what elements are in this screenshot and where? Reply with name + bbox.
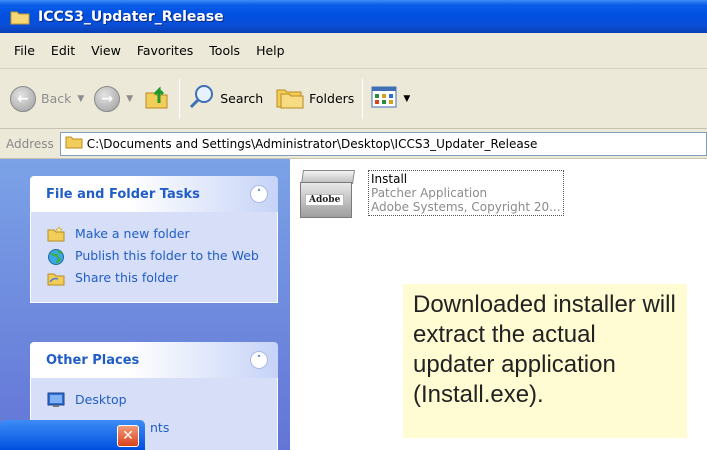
forward-button[interactable]: → ▼ — [94, 79, 133, 119]
task-pane: File and Folder Tasks ˄ Make a new folde… — [0, 159, 290, 450]
new-folder-icon — [47, 226, 65, 242]
forward-arrow-icon: → — [94, 85, 121, 112]
place-label-partial[interactable]: nts — [150, 420, 169, 435]
views-icon — [371, 86, 397, 111]
overlapping-window-titlebar: ✕ — [0, 420, 145, 450]
folder-icon — [10, 9, 30, 25]
task-publish-to-web[interactable]: Publish this folder to the Web — [47, 248, 267, 265]
callout-annotation: Downloaded installer will extract the ac… — [403, 284, 687, 438]
back-arrow-icon: ← — [10, 85, 36, 112]
place-desktop[interactable]: Desktop — [47, 392, 267, 408]
menu-edit[interactable]: Edit — [43, 43, 83, 58]
task-make-new-folder[interactable]: Make a new folder — [47, 226, 267, 242]
up-folder-button[interactable] — [143, 79, 171, 119]
desktop-icon — [47, 392, 65, 408]
window-title: ICCS3_Updater_Release — [38, 8, 224, 25]
menu-help[interactable]: Help — [248, 43, 293, 58]
file-name: Install — [371, 172, 408, 186]
task-share-folder[interactable]: Share this folder — [47, 270, 267, 286]
menu-favorites[interactable]: Favorites — [129, 43, 201, 58]
address-bar: Address C:\Documents and Settings\Admini… — [0, 129, 707, 159]
folders-button[interactable]: Folders — [275, 79, 354, 119]
task-label: Publish this folder to the Web — [75, 248, 259, 263]
address-label: Address — [6, 136, 54, 151]
panel-title: File and Folder Tasks — [46, 186, 200, 202]
menu-tools[interactable]: Tools — [201, 43, 248, 58]
back-button[interactable]: ← Back ▼ — [10, 79, 84, 119]
globe-icon — [47, 248, 65, 265]
task-label: Share this folder — [75, 270, 179, 285]
menu-bar: File Edit View Favorites Tools Help — [0, 33, 707, 69]
panel-title: Other Places — [46, 352, 140, 368]
panel-header[interactable]: File and Folder Tasks ˄ — [30, 176, 278, 212]
search-icon — [188, 83, 216, 114]
address-path: C:\Documents and Settings\Administrator\… — [86, 136, 538, 151]
chevron-down-icon[interactable]: ▼ — [403, 94, 410, 104]
file-label: Install Patcher Application Adobe System… — [368, 170, 564, 216]
panel-body: Make a new folder Publish this folder to… — [30, 212, 278, 303]
search-button[interactable]: Search — [188, 79, 263, 119]
adobe-box-icon: Adobe — [300, 170, 356, 220]
menu-view[interactable]: View — [83, 43, 129, 58]
file-description: Patcher Application — [371, 186, 488, 200]
file-company: Adobe Systems, Copyright 20... — [371, 200, 561, 214]
toolbar-separator — [179, 78, 181, 119]
callout-text: Downloaded installer will extract the ac… — [413, 291, 676, 408]
chevron-down-icon[interactable]: ▼ — [77, 94, 84, 104]
folders-label: Folders — [309, 91, 355, 106]
task-label: Make a new folder — [75, 226, 190, 241]
menu-file[interactable]: File — [6, 43, 43, 58]
collapse-icon[interactable]: ˄ — [250, 351, 268, 369]
share-folder-icon — [47, 270, 65, 286]
search-label: Search — [220, 91, 264, 106]
adobe-label: Adobe — [305, 194, 345, 206]
address-field[interactable]: C:\Documents and Settings\Administrator\… — [59, 131, 707, 156]
file-folder-tasks-panel: File and Folder Tasks ˄ Make a new folde… — [30, 176, 278, 303]
views-button[interactable]: ▼ — [371, 79, 410, 119]
file-item-install[interactable]: Adobe Install Patcher Application Adobe … — [300, 170, 564, 220]
collapse-icon[interactable]: ˄ — [250, 185, 268, 203]
chevron-down-icon[interactable]: ▼ — [126, 94, 133, 104]
back-label: Back — [41, 91, 72, 106]
close-icon[interactable]: ✕ — [117, 425, 139, 447]
toolbar: ← Back ▼ → ▼ Search Folders ▼ — [0, 69, 707, 129]
up-folder-icon — [143, 83, 171, 114]
folders-icon — [275, 84, 305, 113]
toolbar-separator — [362, 78, 364, 119]
title-bar: ICCS3_Updater_Release — [0, 0, 707, 33]
folder-icon — [65, 135, 83, 152]
panel-header[interactable]: Other Places ˄ — [30, 342, 278, 378]
place-label: Desktop — [75, 392, 127, 407]
